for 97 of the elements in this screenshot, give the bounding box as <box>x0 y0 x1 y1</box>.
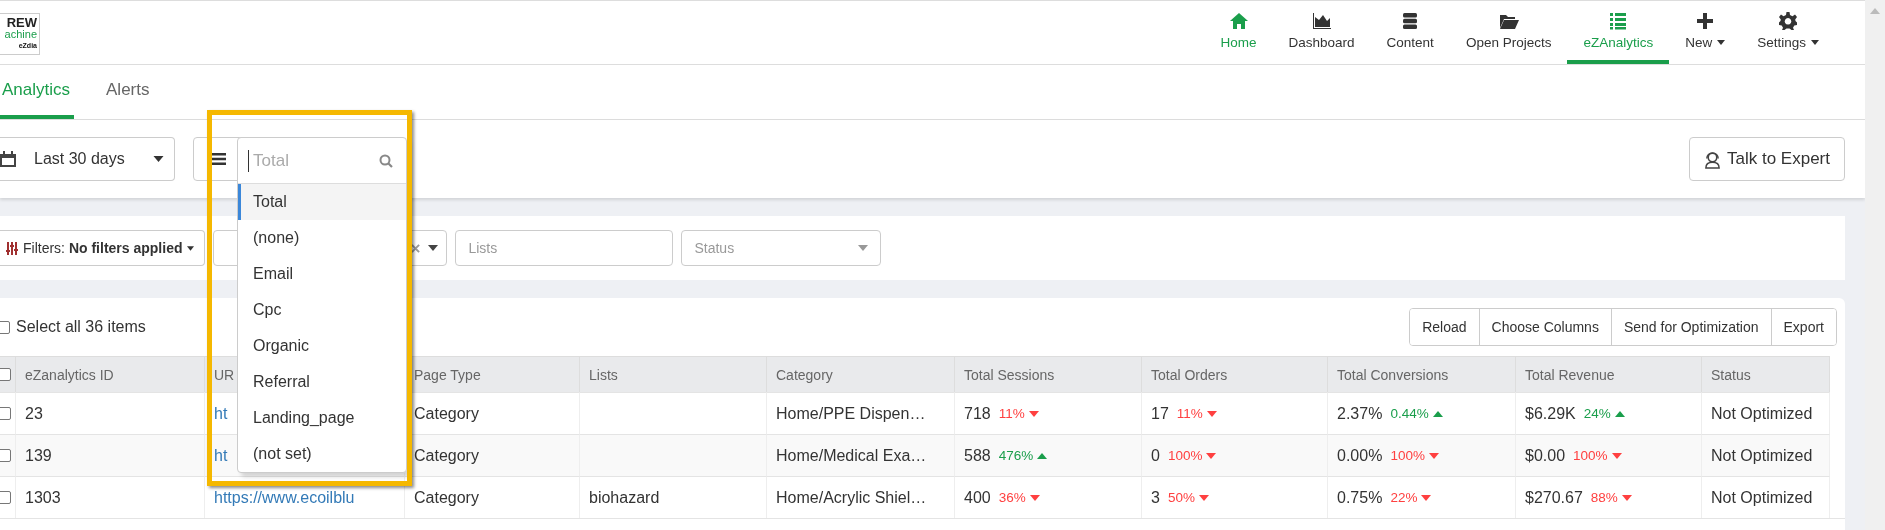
change-percent: 11% <box>1176 406 1217 421</box>
change-percent: 11% <box>998 406 1039 421</box>
change-percent: 36% <box>998 490 1040 505</box>
metric-value: 588 <box>964 446 991 465</box>
home-icon <box>1228 11 1249 31</box>
list-icon <box>1608 11 1629 31</box>
caret-icon <box>187 245 195 251</box>
change-percent: 88% <box>1590 490 1632 505</box>
table-cell: 139 <box>16 434 205 476</box>
action-button[interactable]: Export <box>1770 309 1836 345</box>
column-header[interactable]: Lists <box>580 356 767 392</box>
column-header[interactable]: Total Revenue <box>1516 356 1702 392</box>
clear-icon <box>411 243 421 253</box>
down-triangle-icon <box>1421 494 1432 501</box>
plus-icon <box>1695 11 1716 31</box>
metric-value: 17 <box>1151 404 1169 423</box>
nav-item[interactable]: New <box>1669 1 1742 64</box>
nav-item[interactable]: Content <box>1370 1 1450 64</box>
change-percent: 22% <box>1390 490 1432 505</box>
column-header[interactable]: Status <box>1702 356 1830 392</box>
area-chart-icon <box>1311 11 1332 31</box>
table-cell: Not Optimized <box>1702 476 1830 518</box>
down-triangle-icon <box>1206 410 1217 417</box>
change-percent: 50% <box>1167 490 1209 505</box>
table-cell: biohazard <box>580 476 767 518</box>
url-link[interactable]: https://www.ecoilblu <box>214 488 355 507</box>
filters-button[interactable]: Filters: No filters applied <box>0 230 206 266</box>
tab[interactable]: Alerts <box>102 65 154 119</box>
metric-value: 0.00% <box>1337 446 1383 465</box>
table-cell: Home/Medical Exa… <box>767 434 955 476</box>
row-checkbox[interactable] <box>0 491 11 504</box>
table-cell: Category <box>405 434 580 476</box>
sliders-icon <box>6 241 18 255</box>
header-checkbox[interactable] <box>0 368 11 381</box>
calendar-icon <box>0 151 16 167</box>
row-checkbox[interactable] <box>0 449 11 462</box>
metric-value: $0.00 <box>1525 446 1566 465</box>
down-triangle-icon <box>1198 494 1209 501</box>
dropdown-option[interactable]: Landing_page <box>238 400 406 436</box>
down-triangle-icon <box>1029 494 1040 501</box>
up-triangle-icon <box>1037 452 1048 459</box>
down-triangle-icon <box>1611 452 1622 459</box>
column-header[interactable]: Total Conversions <box>1328 356 1516 392</box>
dropdown-option[interactable]: Referral <box>238 364 406 400</box>
table-cell: Not Optimized <box>1702 434 1830 476</box>
metric-value: 0.75% <box>1337 488 1383 507</box>
change-percent: 100% <box>1167 448 1217 463</box>
change-percent: 100% <box>1573 448 1622 463</box>
metric-value: 0 <box>1151 446 1160 465</box>
table-cell: 1303 <box>16 476 205 518</box>
change-percent: 100% <box>1390 448 1439 463</box>
menu-icon <box>212 153 226 165</box>
url-link[interactable]: ht <box>214 446 228 465</box>
metric-value: 718 <box>964 404 991 423</box>
headset-icon <box>1704 149 1721 169</box>
metric-value: 2.37% <box>1337 404 1383 423</box>
down-triangle-icon <box>1206 452 1217 459</box>
column-header[interactable]: Total Orders <box>1142 356 1328 392</box>
metric-value: 3 <box>1151 488 1160 507</box>
caret-icon <box>428 245 439 251</box>
column-header[interactable]: Total Sessions <box>955 356 1142 392</box>
up-triangle-icon <box>1432 410 1443 417</box>
column-header[interactable]: Category <box>767 356 955 392</box>
column-header[interactable]: eZanalytics ID <box>16 356 205 392</box>
row-checkbox[interactable] <box>0 407 11 420</box>
change-percent: 476% <box>998 448 1048 463</box>
change-percent: 24% <box>1583 406 1625 421</box>
nav-item[interactable]: Dashboard <box>1272 1 1371 64</box>
metric-value: $270.67 <box>1525 488 1583 507</box>
metric-value: $6.29K <box>1525 404 1576 423</box>
dropdown-option[interactable]: Email <box>238 256 406 292</box>
down-triangle-icon <box>1428 452 1439 459</box>
date-range-dropdown[interactable]: Last 30 days <box>0 137 175 181</box>
table-cell: Home/Acrylic Shiel… <box>767 476 955 518</box>
lists-field[interactable]: Lists <box>455 230 674 266</box>
talk-to-expert-button[interactable]: Talk to Expert <box>1689 137 1845 181</box>
table-cell: Category <box>405 476 580 518</box>
nav-item[interactable]: Open Projects <box>1449 1 1568 64</box>
dropdown-option[interactable]: (not set) <box>238 436 406 472</box>
down-triangle-icon <box>1621 494 1632 501</box>
nav-item[interactable]: Home <box>1204 1 1273 64</box>
dropdown-option[interactable]: Cpc <box>238 292 406 328</box>
url-link[interactable]: ht <box>214 404 228 423</box>
caret-icon <box>858 245 869 251</box>
nav-item[interactable]: Settings <box>1741 1 1835 64</box>
dropdown-option[interactable]: (none) <box>238 220 406 256</box>
up-triangle-icon <box>1614 410 1625 417</box>
change-percent: 0.44% <box>1390 406 1443 421</box>
caret-icon <box>153 156 164 162</box>
down-triangle-icon <box>1028 410 1039 417</box>
select-all-checkbox[interactable] <box>0 320 10 334</box>
dropdown-option[interactable]: Organic <box>238 328 406 364</box>
metric-value: 400 <box>964 488 991 507</box>
select-all-label: Select all 36 items <box>16 318 146 336</box>
search-icon <box>379 153 393 168</box>
settings-icon <box>1778 11 1799 31</box>
dropdown-option[interactable]: Total <box>238 184 406 220</box>
